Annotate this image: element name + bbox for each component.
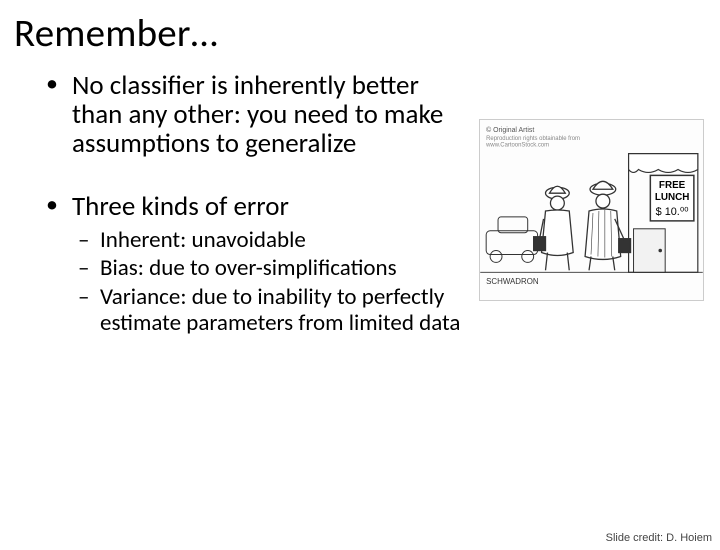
cartoon-signature: SCHWADRON (486, 277, 539, 286)
bullet-text: No classifier is inherently better than … (72, 69, 443, 160)
sub-bullet-item: Bias: due to over-simplifications (72, 256, 505, 282)
bullet-text: Three kinds of error (72, 190, 289, 223)
sign-text: $ 10.⁰⁰ (656, 206, 690, 218)
sign-text: FREE (659, 180, 686, 191)
slide-body: No classifier is inherently better than … (0, 71, 720, 337)
sign-text: LUNCH (655, 192, 690, 203)
bullet-item: No classifier is inherently better than … (38, 71, 467, 158)
slide-credit: Slide credit: D. Hoiem (606, 532, 712, 544)
svg-text:www.CartoonStock.com: www.CartoonStock.com (485, 143, 549, 149)
sub-bullet-item: Variance: due to inability to perfectly … (72, 285, 505, 337)
svg-text:Reproduction rights obtainable: Reproduction rights obtainable from (486, 136, 580, 142)
sub-bullet-item: Inherent: unavoidable (72, 228, 505, 254)
slide-title: Remember… (14, 10, 720, 57)
cartoon-image: © Original Artist Reproduction rights ob… (479, 119, 704, 301)
cartoon-copyright: © Original Artist (486, 126, 534, 134)
